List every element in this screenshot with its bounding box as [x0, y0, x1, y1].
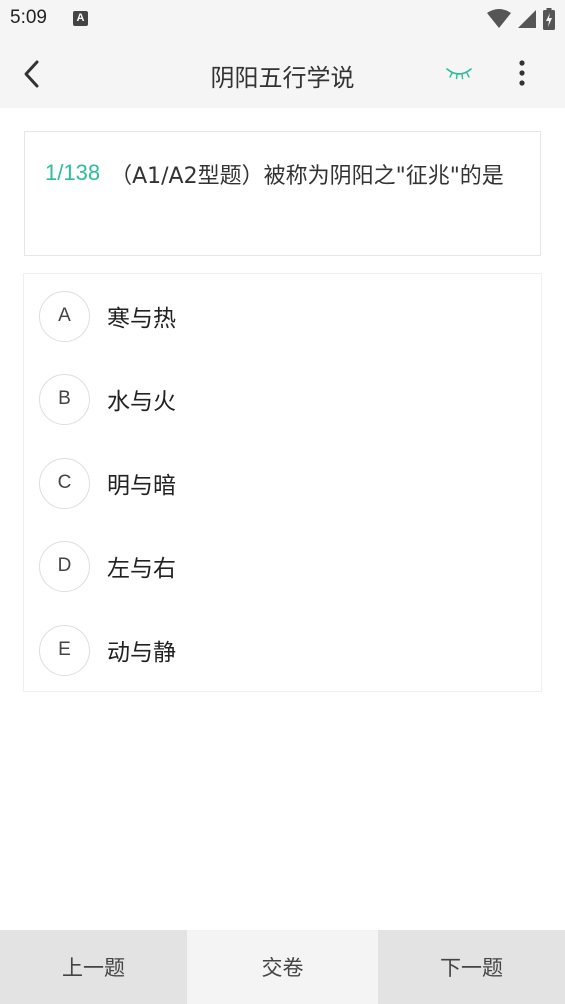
- option-text: 左与右: [107, 556, 176, 582]
- question-index: 1/138: [45, 160, 101, 185]
- toggle-answer-button[interactable]: [443, 60, 475, 86]
- more-options-button[interactable]: [506, 56, 538, 90]
- option-letter-badge: E: [39, 624, 90, 676]
- next-question-button[interactable]: 下一题: [378, 930, 565, 1004]
- option-letter-badge: C: [39, 457, 90, 509]
- app-bar: 阴阳五行学说: [0, 38, 565, 108]
- eye-closed-icon: [446, 68, 472, 80]
- wifi-icon: [487, 9, 511, 28]
- option-e[interactable]: E 动与静: [39, 623, 176, 677]
- option-letter-badge: B: [39, 373, 90, 425]
- previous-question-button[interactable]: 上一题: [0, 930, 187, 1004]
- option-text: 水与火: [107, 389, 176, 415]
- status-indicators: [487, 8, 555, 30]
- battery-icon: [543, 8, 555, 30]
- bottom-bar: 上一题 交卷 下一题: [0, 930, 565, 1004]
- question-text: （A1/A2型题）被称为阴阳之"征兆"的是: [110, 164, 504, 189]
- option-text: 明与暗: [107, 473, 176, 499]
- notification-app-icon: A: [73, 11, 88, 26]
- option-text: 动与静: [107, 640, 176, 666]
- cell-signal-icon: [518, 10, 536, 28]
- submit-exam-button[interactable]: 交卷: [187, 930, 378, 1004]
- option-d[interactable]: D 左与右: [39, 539, 176, 593]
- question-card: 1/138 （A1/A2型题）被称为阴阳之"征兆"的是: [24, 131, 541, 256]
- status-time: 5:09: [10, 7, 47, 28]
- page-title: 阴阳五行学说: [210, 64, 355, 92]
- option-b[interactable]: B 水与火: [39, 372, 176, 426]
- more-vertical-icon: [519, 60, 525, 86]
- option-letter-badge: D: [39, 540, 90, 592]
- options-list: A 寒与热 B 水与火 C 明与暗 D 左与右 E 动与静: [23, 273, 542, 692]
- option-text: 寒与热: [107, 306, 176, 332]
- option-letter-badge: A: [39, 290, 90, 342]
- option-a[interactable]: A 寒与热: [39, 289, 176, 343]
- status-bar: 5:09 A: [0, 0, 565, 38]
- option-c[interactable]: C 明与暗: [39, 456, 176, 510]
